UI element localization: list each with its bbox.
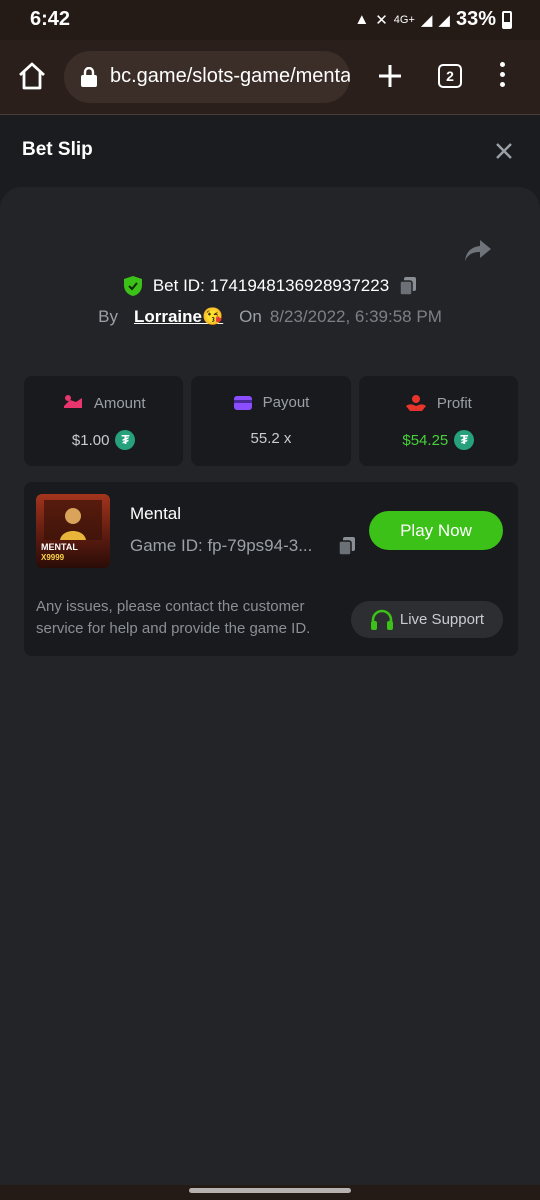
stats-row: Amount $1.00 ₮ Payout 55.2 x Profit $54.… [24, 376, 518, 466]
network-type: 4G+ [393, 13, 415, 26]
close-button[interactable] [492, 139, 516, 163]
support-notice: Any issues, please contact the customer … [36, 598, 311, 637]
amount-card: Amount $1.00 ₮ [24, 376, 184, 466]
payout-card: Payout 55.2 x [191, 376, 351, 466]
amount-value: $1.00 [71, 431, 110, 449]
bet-id: Bet ID: 1741948136928937223 [152, 276, 390, 295]
profit-label: Profit [436, 394, 472, 412]
address-bar[interactable]: bc.game/slots-game/menta [64, 51, 350, 103]
usdt-icon: ₮ [454, 430, 475, 450]
payout-icon [233, 395, 252, 410]
headset-icon [370, 609, 393, 630]
profit-value-row: $54.25 ₮ [359, 430, 518, 450]
amount-label: Amount [93, 394, 146, 412]
bet-id-row: Bet ID: 1741948136928937223 [0, 275, 540, 297]
lock-icon [81, 67, 97, 87]
mute-icon: ✕ [375, 11, 388, 29]
tab-switcher-button[interactable]: 2 [438, 64, 462, 88]
share-button[interactable] [462, 237, 494, 265]
play-now-button[interactable]: Play Now [369, 511, 503, 550]
on-label: On [239, 307, 262, 326]
signal-icon-2: ◢ [438, 11, 450, 29]
payout-header: Payout [191, 394, 350, 411]
profit-header: Profit [359, 394, 518, 412]
close-icon [496, 143, 512, 159]
profit-value: $54.25 [402, 431, 449, 449]
battery-icon [502, 10, 512, 29]
amount-icon [63, 395, 82, 408]
bet-slip-sheet: Bet Slip Bet ID: 1741948136928937223 By … [0, 115, 540, 1187]
verified-shield-icon [123, 276, 142, 296]
dot [499, 72, 505, 77]
by-label: By [98, 307, 118, 326]
home-button[interactable] [14, 58, 50, 94]
more-menu-button[interactable] [496, 62, 508, 92]
username-link[interactable]: Lorraine😘 [134, 307, 223, 327]
plus-icon [379, 65, 401, 87]
bet-slip-content: Bet ID: 1741948136928937223 By Lorraine😘… [0, 187, 540, 1187]
url-text: bc.game/slots-game/menta [110, 65, 350, 87]
battery-percent: 33% [455, 8, 496, 30]
bet-datetime: 8/23/2022, 6:39:58 PM [269, 307, 442, 326]
amount-header: Amount [24, 394, 183, 412]
gesture-handle[interactable] [189, 1188, 351, 1193]
status-time: 6:42 [30, 8, 71, 30]
browser-toolbar: bc.game/slots-game/menta 2 [0, 40, 540, 115]
game-id: Game ID: fp-79ps94-3... [130, 536, 313, 555]
game-id-row: Game ID: fp-79ps94-3... [130, 536, 356, 556]
status-bar: 6:42 ▲ ✕ 4G+ ◢ ◢ 33% [0, 0, 540, 40]
dot [499, 82, 505, 87]
share-icon [465, 240, 491, 261]
home-icon [19, 62, 45, 90]
copy-icon[interactable] [338, 536, 356, 556]
amount-value-row: $1.00 ₮ [24, 430, 183, 450]
thumb-subtitle: X9999 [41, 553, 65, 562]
live-support-button[interactable]: Live Support [351, 601, 503, 638]
game-name: Mental [130, 504, 182, 523]
thumb-title: MENTAL [41, 542, 78, 552]
new-tab-button[interactable] [374, 60, 406, 92]
status-icons: ▲ ✕ 4G+ ◢ ◢ 33% [354, 8, 512, 31]
dot [499, 62, 505, 67]
profit-icon [405, 395, 426, 411]
payout-value: 55.2 x [250, 430, 292, 447]
gesture-nav-bar [0, 1185, 540, 1200]
copy-icon[interactable] [399, 276, 417, 296]
notification-icon: ▲ [354, 11, 370, 28]
live-support-label: Live Support [399, 611, 485, 628]
bet-meta-row: By Lorraine😘 On 8/23/2022, 6:39:58 PM [0, 307, 540, 327]
usdt-icon: ₮ [115, 430, 136, 450]
sheet-title: Bet Slip [22, 139, 93, 160]
payout-label: Payout [262, 394, 310, 411]
game-card: MENTAL X9999 Mental Game ID: fp-79ps94-3… [24, 482, 518, 656]
profit-card: Profit $54.25 ₮ [358, 376, 518, 466]
payout-value-row: 55.2 x [191, 430, 350, 447]
game-thumbnail[interactable]: MENTAL X9999 [36, 494, 110, 568]
signal-icon: ◢ [420, 11, 433, 29]
